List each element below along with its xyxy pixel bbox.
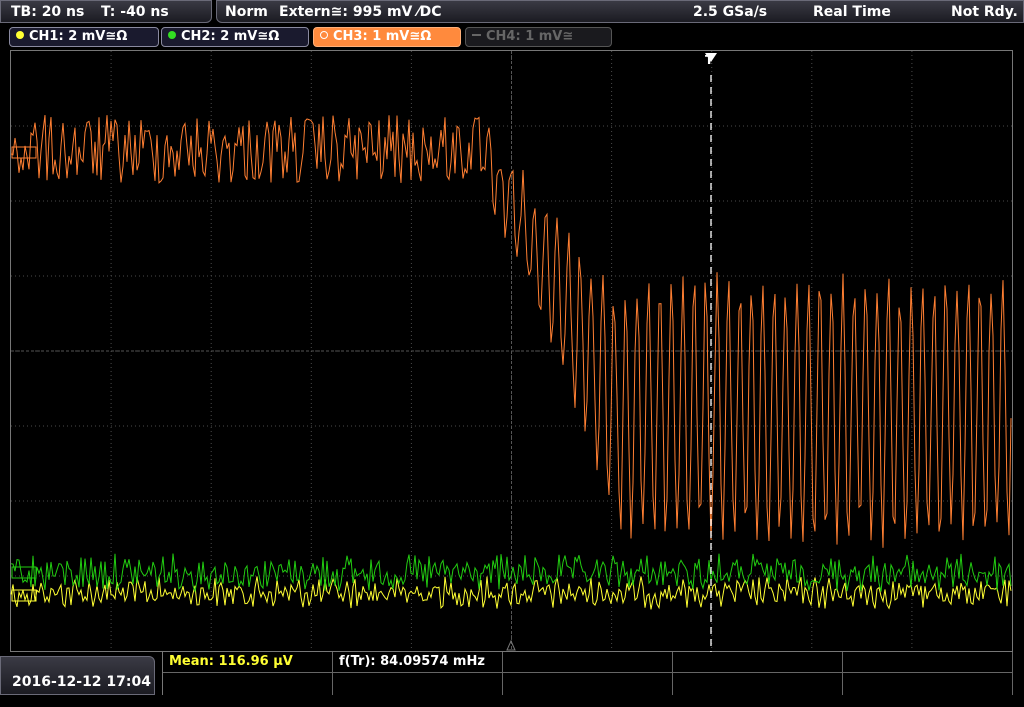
measurement-slot-9[interactable] xyxy=(673,673,843,695)
measurement-panel[interactable]: Mean: 116.96 µV f(Tr): 84.09574 mHz xyxy=(162,652,1013,695)
measurement-mean[interactable]: Mean: 116.96 µV xyxy=(163,652,333,673)
trigger-position-label[interactable]: T xyxy=(705,53,713,67)
measurement-frequency[interactable]: f(Tr): 84.09574 mHz xyxy=(333,652,503,673)
measurement-slot-10[interactable] xyxy=(843,673,1013,695)
waveform-svg xyxy=(10,51,1012,652)
measurement-slot-8[interactable] xyxy=(503,673,673,695)
datetime-panel: 2016-12-12 17:04 xyxy=(0,656,155,695)
bottom-bar: 2016-12-12 17:04 Mean: 116.96 µV f(Tr): … xyxy=(0,652,1024,695)
measurement-slot-3[interactable] xyxy=(503,652,673,673)
measurement-slot-7[interactable] xyxy=(333,673,503,695)
measurement-slot-6[interactable] xyxy=(163,673,333,695)
graticule xyxy=(11,51,1012,651)
measurement-slot-4[interactable] xyxy=(673,652,843,673)
datetime: 2016-12-12 17:04 xyxy=(12,674,151,690)
measurement-slot-5[interactable] xyxy=(843,652,1013,673)
